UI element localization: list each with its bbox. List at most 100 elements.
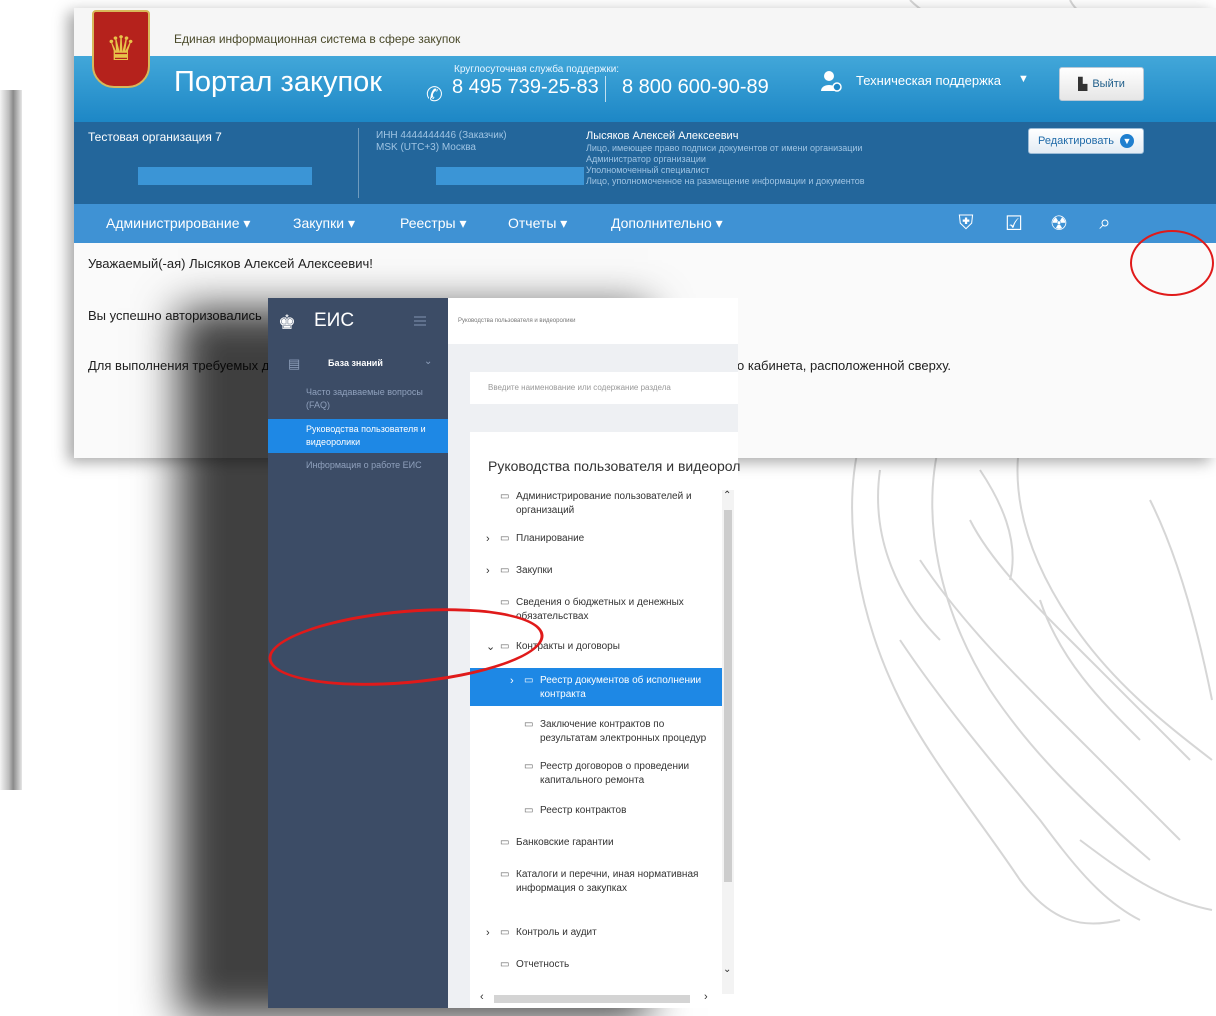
chevron-up-icon[interactable]: ⌃ [723, 490, 731, 501]
main-menu: Администрирование ▾ Закупки ▾ Реестры ▾ … [74, 204, 1216, 243]
tree-item-label: Каталоги и перечни, иная нормативная инф… [516, 869, 699, 894]
annotation-circle [1130, 230, 1214, 296]
chevron-down-icon[interactable]: ▼ [1018, 73, 1029, 85]
folder-icon: ▭ [524, 675, 534, 686]
instruction-text: Для выполнения требуемых д [88, 358, 270, 373]
folder-icon: ▭ [500, 927, 510, 938]
tree-item[interactable]: ▭ Реестр договоров о проведении капитальн… [470, 760, 722, 792]
tree-item[interactable]: › ▭ Планирование [470, 532, 722, 548]
timezone-text: MSK (UTC+3) Москва [376, 142, 476, 153]
eis-logo[interactable]: ЕИС [314, 310, 354, 332]
tree-item-label: Сведения о бюджетных и денежных обязател… [516, 597, 684, 622]
system-name: Единая информационная система в сфере за… [174, 32, 461, 46]
book-icon: ▤ [288, 356, 301, 371]
notifications-icon[interactable]: ☢ [1046, 211, 1072, 235]
tree-item-label: Контракты и договоры [516, 641, 620, 652]
organization-band: Тестовая организация 7 ИНН 4444444446 (З… [74, 122, 1216, 204]
folder-icon: ▭ [500, 491, 510, 502]
folder-icon: ▭ [524, 805, 534, 816]
support-user-icon [821, 71, 842, 92]
shield-icon[interactable]: ⛨ [953, 211, 979, 235]
chevron-right-icon[interactable]: › [704, 991, 708, 1003]
hotline-label: Круглосуточная служба поддержки: [454, 64, 620, 75]
tree-item-label: Администрирование пользователей и органи… [516, 491, 692, 516]
sidebar-item-eis-info[interactable]: Информация о работе ЕИС [268, 459, 448, 472]
folder-icon: ▭ [500, 869, 510, 880]
folder-icon: ▭ [500, 959, 510, 970]
chevron-down-icon[interactable]: ⌄ [424, 356, 432, 367]
redacted-field [436, 167, 584, 185]
chevron-right-icon[interactable]: › [486, 532, 490, 546]
edit-button[interactable]: Редактировать ▼ [1028, 128, 1144, 154]
inn-text: ИНН 4444444446 (Заказчик) [376, 130, 507, 141]
menu-additional[interactable]: Дополнительно ▾ [611, 215, 723, 232]
tree-item[interactable]: ▭ Каталоги и перечни, иная нормативная ин… [470, 868, 722, 914]
horizontal-scrollbar[interactable]: ‹ › [480, 991, 720, 1004]
instruction-text-tail: о кабинета, расположенной сверху. [737, 358, 952, 373]
tree-item[interactable]: › ▭ Реестр документов об исполнении контра… [470, 668, 722, 706]
tree-item[interactable]: ▭ Администрирование пользователей и орган… [470, 490, 722, 522]
user-role: Лицо, имеющее право подписи документов о… [586, 143, 863, 153]
organization-name: Тестовая организация 7 [88, 130, 222, 144]
chevron-right-icon[interactable]: › [510, 674, 514, 688]
menu-administration[interactable]: Администрирование ▾ [106, 215, 250, 232]
stack-shadow [0, 90, 22, 790]
tree-item[interactable]: › ▭ Контроль и аудит [470, 926, 722, 942]
tree-item[interactable]: ▭ Банковские гарантии [470, 836, 722, 852]
user-name: Лысяков Алексей Алексеевич [586, 130, 739, 142]
org-divider [358, 128, 359, 198]
portal-title[interactable]: Портал закупок [174, 66, 382, 99]
knowledge-base-label[interactable]: База знаний [328, 358, 383, 368]
chevron-down-icon: ▼ [1120, 134, 1134, 148]
tree-item[interactable]: ▭ Реестр контрактов [470, 804, 722, 820]
tree-item-label: Реестр договоров о проведении капитально… [540, 761, 690, 786]
book-search-icon[interactable]: ⌕ [1092, 211, 1118, 235]
portal-header: Портал закупок ✆ Круглосуточная служба п… [74, 56, 1216, 122]
sidebar-item-guides[interactable]: Руководства пользователя и видеоролики [268, 419, 448, 453]
folder-icon: ▭ [500, 837, 510, 848]
screenshot-stage: ♛ Единая информационная система в сфере … [0, 0, 1216, 1016]
logout-button[interactable]: ▙ Выйти [1059, 67, 1144, 101]
folder-icon: ▭ [500, 533, 510, 544]
tree-item-label: Контроль и аудит [516, 927, 597, 938]
sidebar-item-faq[interactable]: Часто задаваемые вопросы (FAQ) [268, 386, 448, 412]
chevron-left-icon[interactable]: ‹ [480, 991, 484, 1003]
scrollbar-thumb[interactable] [494, 995, 690, 1003]
vertical-scrollbar[interactable]: ⌃ ⌄ [722, 490, 734, 994]
phone-divider [605, 76, 606, 102]
tree-item[interactable]: ▭ Отчетность [470, 958, 722, 974]
greeting-text: Уважаемый(-ая) Лысяков Алексей Алексееви… [88, 256, 373, 271]
tech-support-link[interactable]: Техническая поддержка [856, 73, 1001, 88]
auth-success-text: Вы успешно авторизовались [88, 308, 262, 323]
edit-label: Редактировать [1038, 135, 1114, 147]
phone-number-1: 8 495 739-25-83 [452, 76, 599, 98]
breadcrumb[interactable]: Руководства пользователя и видеоролики [458, 318, 576, 324]
chevron-right-icon[interactable]: › [486, 926, 490, 940]
search-input[interactable]: Введите наименование или содержание разд… [470, 372, 738, 404]
calendar-check-icon[interactable]: ☑ [1001, 211, 1027, 235]
guides-tree: ▭ Администрирование пользователей и орган… [470, 490, 722, 994]
menu-reports[interactable]: Отчеты ▾ [508, 215, 567, 232]
menu-purchases[interactable]: Закупки ▾ [293, 215, 355, 232]
phone-number-2: 8 800 600-90-89 [622, 76, 769, 98]
folder-icon: ▭ [524, 761, 534, 772]
menu-registries[interactable]: Реестры ▾ [400, 215, 466, 232]
coat-of-arms-icon: ♛ [92, 10, 150, 88]
tree-item[interactable]: ▭ Заключение контрактов по результатам эл… [470, 718, 722, 750]
user-role: Администратор организации [586, 154, 706, 164]
chevron-right-icon[interactable]: › [486, 564, 490, 578]
tree-item-label: Закупки [516, 565, 553, 576]
chevron-down-icon[interactable]: ⌄ [723, 964, 731, 975]
guides-card: Руководства пользователя и видеорол ▭ Адм… [470, 432, 740, 1008]
folder-icon: ▭ [524, 719, 534, 730]
door-exit-icon: ▙ [1078, 77, 1088, 91]
hamburger-menu-icon[interactable] [414, 316, 426, 326]
phone-icon: ✆ [426, 84, 443, 106]
scrollbar-thumb[interactable] [724, 510, 732, 882]
tree-item-label: Отчетность [516, 959, 570, 970]
folder-icon: ▭ [500, 597, 510, 608]
eagle-emblem-icon: ♚ [278, 312, 296, 334]
user-role: Уполномоченный специалист [586, 165, 710, 175]
redacted-field [138, 167, 312, 185]
tree-item[interactable]: › ▭ Закупки [470, 564, 722, 580]
